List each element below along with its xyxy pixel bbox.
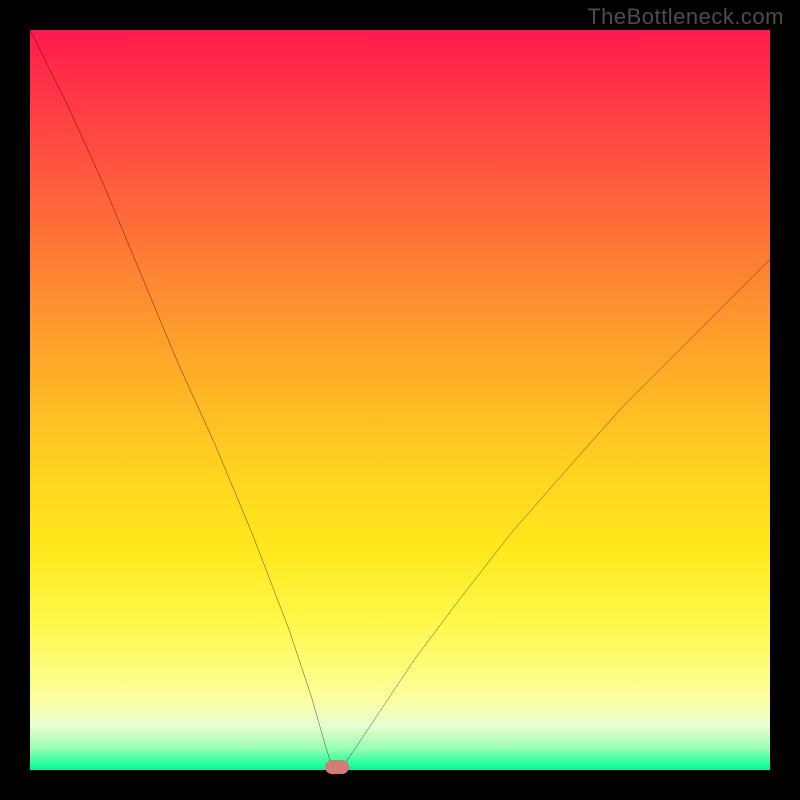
bottleneck-curve <box>30 30 770 770</box>
watermark-text: TheBottleneck.com <box>587 4 784 30</box>
optimum-marker <box>325 760 349 774</box>
curve-svg <box>30 30 770 770</box>
chart-frame: TheBottleneck.com <box>0 0 800 800</box>
